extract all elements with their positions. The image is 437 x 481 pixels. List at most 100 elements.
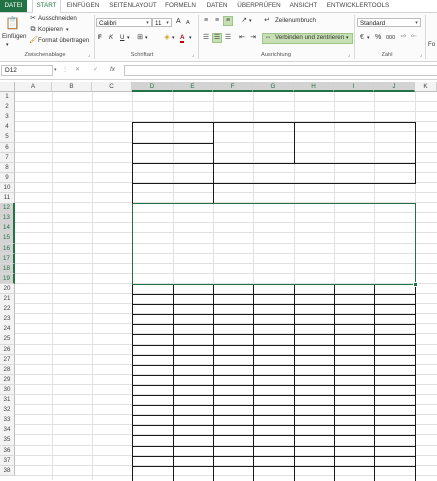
row-header-22[interactable]: 22 <box>0 304 15 315</box>
column-header-k[interactable]: K <box>415 82 437 92</box>
row-header-27[interactable]: 27 <box>0 354 15 366</box>
row-header-8[interactable]: 8 <box>0 162 15 174</box>
row-header-33[interactable]: 33 <box>0 415 15 426</box>
number-launcher-icon[interactable]: ⌟ <box>420 52 422 58</box>
align-left-icon[interactable]: ☰ <box>202 34 210 42</box>
tab-formulas[interactable]: FORMELN <box>163 0 198 12</box>
align-middle-icon[interactable]: ≡ <box>213 17 221 25</box>
align-top-icon[interactable]: ≡ <box>202 17 210 25</box>
row-header-23[interactable]: 23 <box>0 314 15 325</box>
bold-button[interactable]: F <box>98 34 102 42</box>
borders-dropdown-icon[interactable]: ▾ <box>145 34 148 42</box>
row-header-21[interactable]: 21 <box>0 294 15 305</box>
row-header-24[interactable]: 24 <box>0 324 15 335</box>
row-header-11[interactable]: 11 <box>0 193 15 204</box>
name-box-dropdown-icon[interactable]: ▾ <box>54 66 57 74</box>
column-header-i[interactable]: I <box>334 82 374 92</box>
active-cell-selection[interactable] <box>132 203 416 285</box>
row-header-25[interactable]: 25 <box>0 334 15 345</box>
merge-dropdown-icon[interactable]: ▾ <box>346 34 349 42</box>
cancel-button[interactable]: ✕ <box>75 66 80 74</box>
column-header-a[interactable]: A <box>15 82 52 92</box>
italic-button[interactable]: K <box>109 34 113 42</box>
orientation-icon[interactable]: ↗ <box>240 17 248 25</box>
font-name-combo[interactable]: Calibri ▾ <box>96 18 152 27</box>
conditional-format-button[interactable]: Fo <box>428 41 435 49</box>
column-header-g[interactable]: G <box>253 82 294 92</box>
font-color-dropdown-icon[interactable]: ▾ <box>189 34 192 42</box>
percent-button[interactable]: % <box>375 34 381 42</box>
decrease-decimal-icon[interactable]: ⁰⁻ <box>410 34 418 42</box>
underline-button[interactable]: U <box>120 34 124 42</box>
row-header-7[interactable]: 7 <box>0 152 15 164</box>
row-header-13[interactable]: 13 <box>0 213 15 224</box>
grow-font-button[interactable]: A <box>176 18 181 26</box>
borders-icon[interactable]: ⊞ <box>136 34 144 42</box>
name-box[interactable]: D12 <box>1 65 53 76</box>
column-header-d[interactable]: D <box>132 82 173 92</box>
tab-review[interactable]: ÜBERPRÜFEN <box>237 0 281 12</box>
increase-decimal-icon[interactable]: ⁺⁰ <box>399 34 407 42</box>
fill-color-icon[interactable]: ◈ <box>163 34 171 42</box>
copy-dropdown-icon[interactable]: ▾ <box>66 26 69 34</box>
row-header-17[interactable]: 17 <box>0 253 15 265</box>
orientation-dropdown-icon[interactable]: ▾ <box>249 17 252 25</box>
clipboard-launcher-icon[interactable]: ⌟ <box>88 52 90 58</box>
row-header-6[interactable]: 6 <box>0 142 15 154</box>
row-header-1[interactable]: 1 <box>0 92 15 103</box>
column-header-f[interactable]: F <box>213 82 253 92</box>
chevron-down-icon[interactable]: ▾ <box>413 19 420 26</box>
column-header-e[interactable]: E <box>173 82 213 92</box>
font-color-button[interactable]: A <box>180 34 185 43</box>
row-header-3[interactable]: 3 <box>0 112 15 123</box>
chevron-down-icon[interactable]: ▾ <box>144 19 151 26</box>
align-right-icon[interactable]: ☰ <box>224 34 232 42</box>
row-header-15[interactable]: 15 <box>0 233 15 244</box>
enter-button[interactable]: ✓ <box>93 66 98 74</box>
row-header-38[interactable]: 38 <box>0 465 15 477</box>
formula-input[interactable] <box>124 65 437 76</box>
format-painter-button[interactable]: Format übertragen <box>38 37 89 45</box>
wrap-text-button[interactable]: Zeilenumbruch <box>275 17 316 25</box>
wrap-text-icon[interactable]: ↵ <box>263 17 271 25</box>
chevron-down-icon[interactable]: ▾ <box>164 19 171 26</box>
row-header-9[interactable]: 9 <box>0 172 15 184</box>
underline-dropdown-icon[interactable]: ▾ <box>127 34 130 42</box>
paste-button[interactable]: Einfügen <box>2 33 26 41</box>
copy-button[interactable]: Kopieren <box>38 26 63 34</box>
tab-developer[interactable]: ENTWICKLERTOOLS <box>326 0 390 12</box>
tab-start[interactable]: START <box>32 0 61 13</box>
row-header-19[interactable]: 19 <box>0 273 15 285</box>
fill-dropdown-icon[interactable]: ▾ <box>172 34 175 42</box>
tab-insert[interactable]: EINFÜGEN <box>64 0 102 12</box>
tab-file[interactable]: DATEI <box>0 0 27 12</box>
number-format-combo[interactable]: Standard ▾ <box>357 18 421 27</box>
row-header-29[interactable]: 29 <box>0 374 15 386</box>
row-header-32[interactable]: 32 <box>0 405 15 416</box>
row-header-31[interactable]: 31 <box>0 395 15 406</box>
font-launcher-icon[interactable]: ⌟ <box>192 52 194 58</box>
thousands-button[interactable]: 000 <box>386 34 395 42</box>
format-painter-icon[interactable]: 🖌 <box>29 37 38 45</box>
row-header-18[interactable]: 18 <box>0 263 15 275</box>
copy-icon[interactable]: ⧉ <box>29 26 37 34</box>
row-header-14[interactable]: 14 <box>0 223 15 234</box>
font-size-combo[interactable]: 11 ▾ <box>152 18 172 27</box>
row-header-16[interactable]: 16 <box>0 243 15 255</box>
row-header-4[interactable]: 4 <box>0 122 15 133</box>
column-header-h[interactable]: H <box>294 82 334 92</box>
column-header-c[interactable]: C <box>92 82 132 92</box>
row-header-2[interactable]: 2 <box>0 102 15 113</box>
scissors-icon[interactable]: ✂ <box>29 15 37 23</box>
row-header-36[interactable]: 36 <box>0 445 15 457</box>
cut-button[interactable]: Ausschneiden <box>38 15 77 23</box>
tab-data[interactable]: DATEN <box>203 0 231 12</box>
fill-handle[interactable] <box>413 282 418 287</box>
row-header-10[interactable]: 10 <box>0 182 15 194</box>
row-header-28[interactable]: 28 <box>0 364 15 376</box>
currency-icon[interactable]: € <box>358 34 366 42</box>
row-header-12[interactable]: 12 <box>0 203 15 214</box>
select-all-corner[interactable] <box>0 82 15 92</box>
row-header-35[interactable]: 35 <box>0 435 15 446</box>
tab-view[interactable]: ANSICHT <box>287 0 320 12</box>
